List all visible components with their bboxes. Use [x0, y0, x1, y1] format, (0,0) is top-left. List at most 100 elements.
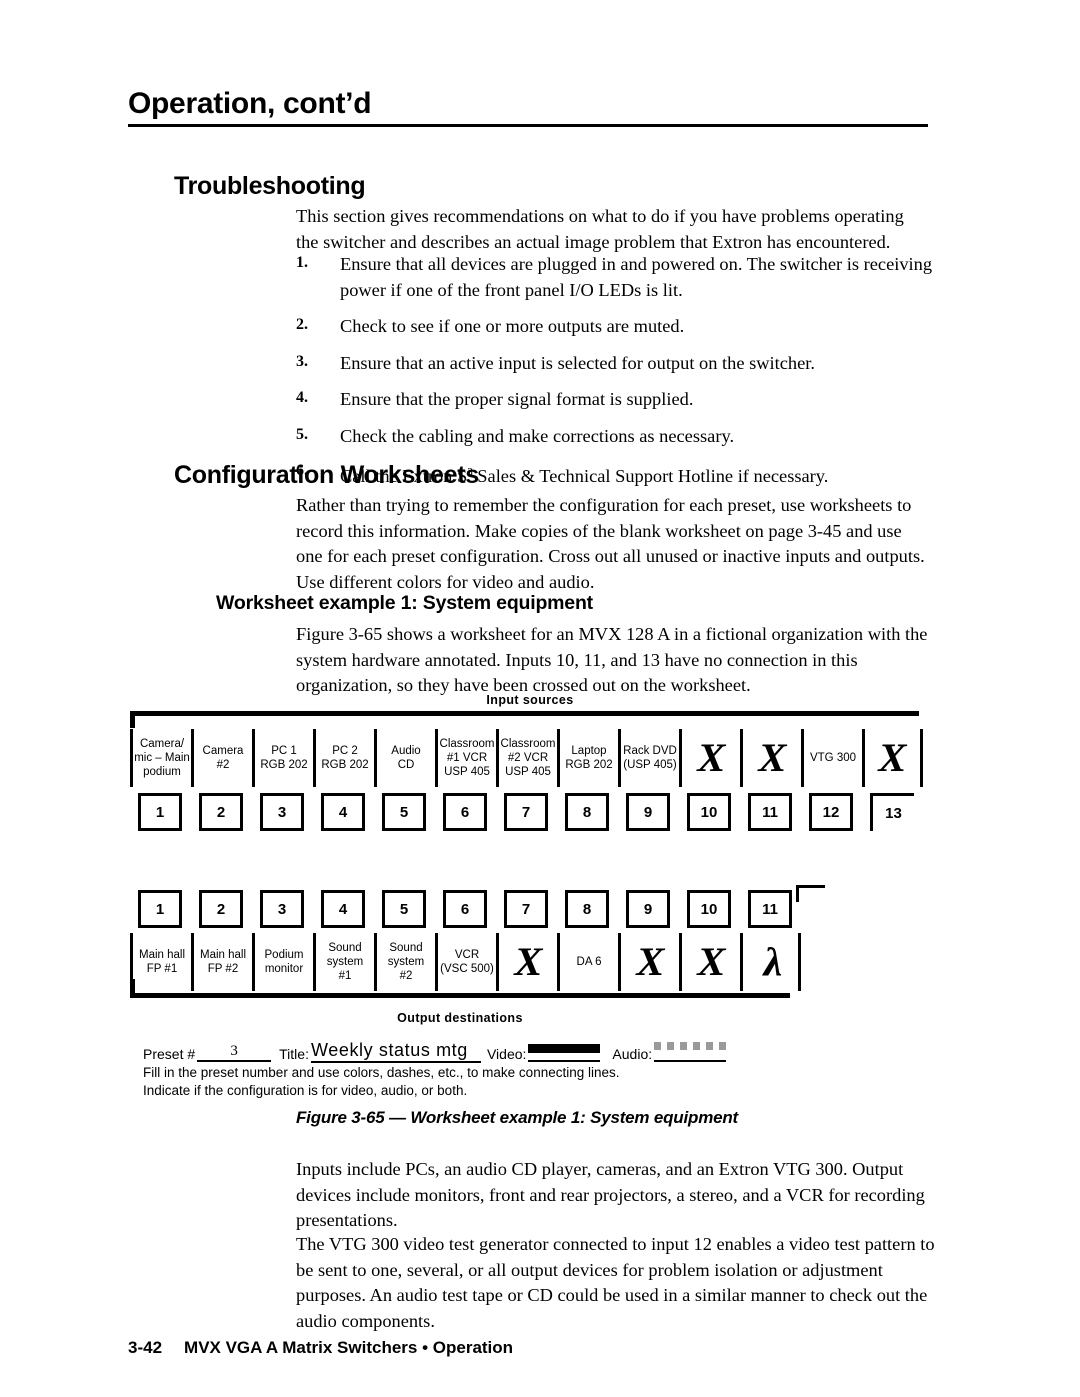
- list-item: 4. Ensure that the proper signal format …: [296, 387, 936, 413]
- input-number-box-4[interactable]: 4: [321, 793, 365, 831]
- input-number-box-13[interactable]: 13: [870, 793, 914, 831]
- input-label-2: Camera #2: [191, 729, 252, 787]
- list-item-text: Check to see if one or more outputs are …: [340, 316, 685, 336]
- input-label-7: Classroom #2 VCR USP 405: [496, 729, 557, 787]
- input-label-1: Camera/mic – Main podium: [130, 729, 191, 787]
- output-label-2: Main hall FP #2: [191, 933, 252, 991]
- output-label-7: X: [496, 933, 557, 991]
- audio-color-swatch[interactable]: [654, 1042, 733, 1062]
- list-item-number: 4.: [296, 389, 308, 406]
- input-number-box-9[interactable]: 9: [626, 793, 670, 831]
- input-number-box-10[interactable]: 10: [687, 793, 731, 831]
- output-number-box-11[interactable]: 11: [748, 890, 792, 928]
- output-number-box-7[interactable]: 7: [504, 890, 548, 928]
- output-number-boxes: 1 2 3 4 5 6 7 8 9 10 11: [132, 890, 803, 928]
- input-label-8: Laptop RGB 202: [557, 729, 618, 787]
- output-label-10: X: [679, 933, 740, 991]
- input-label-line: podium: [143, 766, 181, 778]
- output-label-line: DA 6: [576, 956, 602, 968]
- input-number-box-6[interactable]: 6: [443, 793, 487, 831]
- output-number-box-4[interactable]: 4: [321, 890, 365, 928]
- input-label-line: PC 2: [332, 745, 358, 757]
- video-color-swatch[interactable]: [528, 1044, 601, 1062]
- output-number-box-9[interactable]: 9: [626, 890, 670, 928]
- audio-label: Audio:: [612, 1046, 653, 1062]
- output-number-box-6[interactable]: 6: [443, 890, 487, 928]
- input-label-line: USP 405: [444, 766, 490, 778]
- input-label-line: Audio: [391, 745, 421, 757]
- output-box-slot: 10: [681, 890, 742, 928]
- list-item-number: 3.: [296, 352, 308, 370]
- output-label-line: Main hall: [138, 949, 186, 961]
- after-figure-paragraph-1: Inputs include PCs, an audio CD player, …: [296, 1159, 925, 1230]
- input-bracket-tick: [130, 711, 135, 728]
- list-item: 2. Check to see if one or more outputs a…: [296, 314, 936, 340]
- input-box-slot: 2: [193, 793, 254, 831]
- output-label-4: Sound system #1: [313, 933, 374, 991]
- output-label-line: system: [387, 956, 425, 968]
- input-label-line: Classroom: [439, 738, 495, 750]
- input-label-line: Camera/: [139, 738, 185, 750]
- input-label-line: CD: [397, 759, 415, 771]
- troubleshooting-intro: This section gives recommendations on wh…: [296, 206, 904, 252]
- input-box-slot: 8: [559, 793, 620, 831]
- output-number-box-8[interactable]: 8: [565, 890, 609, 928]
- input-labels-strip: Camera/mic – Main podium Camera #2 PC 1 RGB 2…: [130, 729, 923, 787]
- output-box-slot: 3: [254, 890, 315, 928]
- output-label-line: system: [326, 956, 364, 968]
- input-number-box-1[interactable]: 1: [138, 793, 182, 831]
- output-labels-strip: Main hall FP #1 Main hall FP #2 Podium monito…: [130, 933, 801, 991]
- output-number-box-3[interactable]: 3: [260, 890, 304, 928]
- output-label-line: Sound: [328, 942, 362, 954]
- output-box-slot: 4: [315, 890, 376, 928]
- preset-line: Preset # 3 Title: Weekly status mtg Vide…: [143, 1038, 763, 1100]
- output-number-box-1[interactable]: 1: [138, 890, 182, 928]
- output-number-box-2[interactable]: 2: [199, 890, 243, 928]
- output-box-slot: 1: [132, 890, 193, 928]
- output-box-slot: 5: [376, 890, 437, 928]
- document-page: Operation, cont’d Troubleshooting This s…: [0, 0, 1080, 1397]
- output-bracket-tick: [130, 979, 135, 998]
- output-label-line: FP #1: [146, 963, 178, 975]
- input-label-line: #2: [216, 759, 230, 771]
- heading-troubleshooting: Troubleshooting: [174, 172, 366, 200]
- output-box-slot: 7: [498, 890, 559, 928]
- input-label-line: Laptop: [571, 745, 607, 757]
- input-number-box-12[interactable]: 12: [809, 793, 853, 831]
- footer-title: MVX VGA A Matrix Switchers • Operation: [184, 1338, 514, 1357]
- input-crossed-out-icon: X: [696, 735, 726, 780]
- after-figure-paragraph-2: The VTG 300 video test generator connect…: [296, 1234, 935, 1331]
- output-label-5: Sound system #2: [374, 933, 435, 991]
- list-item-number: 2.: [296, 316, 308, 333]
- input-number-box-7[interactable]: 7: [504, 793, 548, 831]
- page-title: Operation, cont’d: [128, 87, 372, 120]
- input-label-4: PC 2 RGB 202: [313, 729, 374, 787]
- input-label-line: mic – Main: [134, 752, 190, 764]
- input-label-13: X: [862, 729, 923, 787]
- list-item: 5. Check the cabling and make correction…: [296, 424, 936, 450]
- preset-number-value[interactable]: 3: [197, 1043, 272, 1062]
- output-box-slot: 6: [437, 890, 498, 928]
- output-label-1: Main hall FP #1: [130, 933, 191, 991]
- output-label-6: VCR (VSC 500): [435, 933, 496, 991]
- output-label-8: DA 6: [557, 933, 618, 991]
- input-number-box-5[interactable]: 5: [382, 793, 426, 831]
- input-label-line: RGB 202: [321, 759, 369, 771]
- output-number-box-10[interactable]: 10: [687, 890, 731, 928]
- input-sources-label: Input sources: [486, 693, 574, 707]
- video-label: Video:: [486, 1046, 527, 1062]
- preset-title-value[interactable]: Weekly status mtg: [310, 1040, 481, 1063]
- output-number-box-5[interactable]: 5: [382, 890, 426, 928]
- list-item-text: Ensure that an active input is selected …: [340, 352, 815, 373]
- input-number-box-8[interactable]: 8: [565, 793, 609, 831]
- output-label-9: X: [618, 933, 679, 991]
- input-label-line: Camera: [202, 745, 244, 757]
- output-label-line: #2: [399, 970, 413, 982]
- input-number-box-11[interactable]: 11: [748, 793, 792, 831]
- output-crossed-out-icon: X: [513, 939, 543, 984]
- input-label-line: Classroom: [500, 738, 556, 750]
- page-footer: 3-42 MVX VGA A Matrix Switchers • Operat…: [128, 1338, 513, 1358]
- input-number-box-3[interactable]: 3: [260, 793, 304, 831]
- output-label-line: Podium: [264, 949, 304, 961]
- input-number-box-2[interactable]: 2: [199, 793, 243, 831]
